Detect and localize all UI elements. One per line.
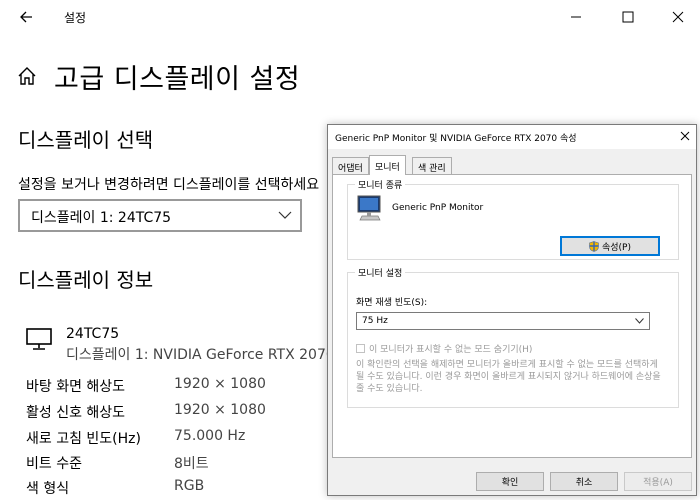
info-row-bit-depth: 비트 수준 8비트 (26, 453, 326, 477)
monitor-type-legend: 모니터 종류 (355, 178, 406, 191)
close-icon (672, 11, 684, 23)
properties-button-label: 속성(P) (601, 242, 631, 253)
back-arrow-icon (20, 11, 32, 23)
ok-button[interactable]: 확인 (476, 472, 544, 491)
tab-color-management[interactable]: 색 관리 (412, 157, 452, 174)
monitor-tab-panel: 모니터 종류 Generic PnP Monitor 속성(P) 모니터 설정 … (332, 174, 692, 458)
info-value: 75.000 Hz (174, 428, 246, 444)
info-value: 1920 × 1080 (174, 376, 266, 392)
info-row-color-format: 색 형식 RGB (26, 478, 326, 500)
hide-modes-warning: 이 확인란의 선택을 해제하면 모니터가 올바르게 표시할 수 없는 모드를 선… (356, 360, 661, 394)
monitor-settings-group: 모니터 설정 화면 재생 빈도(S): 75 Hz 이 모니터가 표시할 수 없… (347, 266, 679, 408)
display-dropdown[interactable]: 디스플레이 1: 24TC75 (18, 199, 302, 232)
info-value: RGB (174, 478, 205, 494)
maximize-button[interactable] (610, 4, 646, 30)
refresh-rate-value: 75 Hz (362, 316, 388, 326)
display-dropdown-value: 디스플레이 1: 24TC75 (31, 210, 172, 226)
shield-icon (589, 240, 599, 252)
hide-modes-checkbox[interactable] (356, 344, 365, 353)
info-value: 1920 × 1080 (174, 402, 266, 418)
refresh-rate-dropdown[interactable]: 75 Hz (356, 312, 650, 330)
display-info-heading: 디스플레이 정보 (18, 268, 154, 292)
page-title: 고급 디스플레이 설정 (54, 63, 301, 95)
window-title: 설정 (64, 11, 87, 25)
close-button[interactable] (660, 4, 696, 30)
home-icon (18, 67, 36, 85)
minimize-button[interactable] (558, 4, 594, 30)
monitor-type-group: 모니터 종류 Generic PnP Monitor 속성(P) (347, 178, 679, 260)
select-display-label: 설정을 보거나 변경하려면 디스플레이를 선택하세요 (18, 177, 320, 193)
info-key: 활성 신호 해상도 (26, 405, 126, 421)
monitor-icon (26, 328, 52, 350)
info-key: 비트 수준 (26, 456, 82, 472)
tab-monitor[interactable]: 모니터 (369, 155, 406, 175)
monitor-name: 24TC75 (66, 326, 120, 342)
hide-modes-option: 이 모니터가 표시할 수 없는 모드 숨기기(H) (356, 342, 532, 355)
monitor-settings-legend: 모니터 설정 (355, 266, 406, 279)
page-header: 고급 디스플레이 설정 (16, 56, 300, 96)
info-key: 바탕 화면 해상도 (26, 379, 126, 395)
info-key: 새로 고침 빈도(Hz) (26, 431, 141, 447)
dialog-titlebar: Generic PnP Monitor 및 NVIDIA GeForce RTX… (328, 125, 696, 149)
chevron-down-icon (635, 318, 644, 324)
properties-dialog: Generic PnP Monitor 및 NVIDIA GeForce RTX… (327, 124, 697, 496)
info-row-refresh-rate: 새로 고침 빈도(Hz) 75.000 Hz (26, 428, 326, 452)
properties-button[interactable]: 속성(P) (560, 236, 660, 256)
monitor-icon (357, 195, 381, 221)
refresh-rate-label: 화면 재생 빈도(S): (356, 298, 428, 308)
info-value: 8비트 (174, 456, 209, 472)
chevron-down-icon (278, 211, 292, 219)
monitor-type-name: Generic PnP Monitor (392, 203, 484, 213)
minimize-icon (571, 16, 581, 18)
info-key: 색 형식 (26, 481, 70, 497)
apply-button[interactable]: 적용(A) (624, 472, 692, 491)
close-icon[interactable] (680, 131, 690, 141)
select-display-heading: 디스플레이 선택 (18, 128, 154, 152)
back-button[interactable] (14, 6, 38, 28)
info-row-desktop-resolution: 바탕 화면 해상도 1920 × 1080 (26, 376, 326, 400)
info-row-active-signal-resolution: 활성 신호 해상도 1920 × 1080 (26, 402, 326, 426)
window-titlebar: 설정 (0, 0, 700, 34)
cancel-button[interactable]: 취소 (550, 472, 618, 491)
maximize-icon (622, 11, 634, 23)
hide-modes-label: 이 모니터가 표시할 수 없는 모드 숨기기(H) (369, 345, 533, 355)
tab-adapter[interactable]: 어댑터 (332, 157, 369, 174)
dialog-title: Generic PnP Monitor 및 NVIDIA GeForce RTX… (335, 134, 577, 144)
